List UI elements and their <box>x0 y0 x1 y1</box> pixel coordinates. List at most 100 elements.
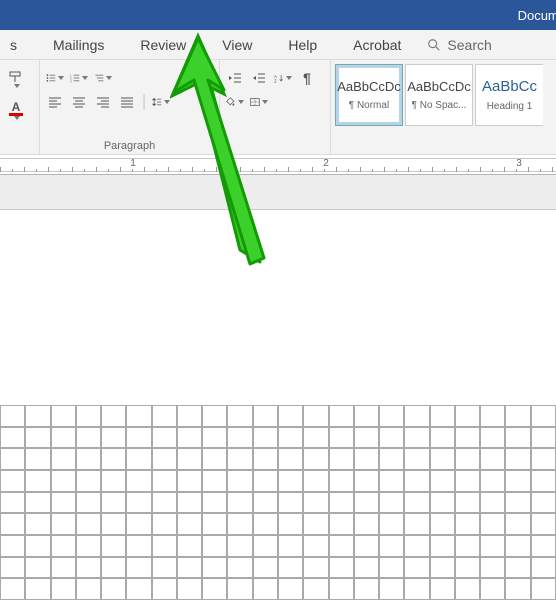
table-cell[interactable] <box>177 405 202 427</box>
table-cell[interactable] <box>177 557 202 579</box>
table-cell[interactable] <box>152 448 177 470</box>
table-cell[interactable] <box>505 405 530 427</box>
table-cell[interactable] <box>379 578 404 600</box>
table-cell[interactable] <box>76 535 101 557</box>
table-cell[interactable] <box>404 557 429 579</box>
table-cell[interactable] <box>253 405 278 427</box>
table-cell[interactable] <box>278 470 303 492</box>
table-cell[interactable] <box>101 405 126 427</box>
table-cell[interactable] <box>278 557 303 579</box>
table-cell[interactable] <box>404 448 429 470</box>
table-cell[interactable] <box>531 557 556 579</box>
document-page[interactable] <box>0 209 556 405</box>
style-nospacing[interactable]: AaBbCcDc ¶ No Spac... <box>405 64 473 126</box>
table-cell[interactable] <box>126 578 151 600</box>
table-cell[interactable] <box>25 492 50 514</box>
font-color-button[interactable]: A <box>6 100 26 120</box>
table-cell[interactable] <box>379 513 404 535</box>
table-cell[interactable] <box>76 448 101 470</box>
table-cell[interactable] <box>25 578 50 600</box>
table-cell[interactable] <box>126 427 151 449</box>
table-cell[interactable] <box>354 578 379 600</box>
table-cell[interactable] <box>76 578 101 600</box>
table-cell[interactable] <box>177 492 202 514</box>
table-cell[interactable] <box>152 578 177 600</box>
table-cell[interactable] <box>480 557 505 579</box>
table-cell[interactable] <box>505 557 530 579</box>
multilevel-list-button[interactable] <box>94 69 112 87</box>
table-cell[interactable] <box>505 513 530 535</box>
table-cell[interactable] <box>531 492 556 514</box>
table-cell[interactable] <box>480 492 505 514</box>
show-hide-button[interactable]: ¶ <box>298 69 316 87</box>
table-cell[interactable] <box>202 448 227 470</box>
table-cell[interactable] <box>101 513 126 535</box>
table-cell[interactable] <box>51 427 76 449</box>
table-cell[interactable] <box>531 578 556 600</box>
table-cell[interactable] <box>303 427 328 449</box>
table-cell[interactable] <box>278 405 303 427</box>
numbering-button[interactable]: 123 <box>70 69 88 87</box>
table-cell[interactable] <box>455 427 480 449</box>
table-cell[interactable] <box>455 557 480 579</box>
table-cell[interactable] <box>430 535 455 557</box>
table-cell[interactable] <box>152 470 177 492</box>
table-cell[interactable] <box>505 448 530 470</box>
table-cell[interactable] <box>76 427 101 449</box>
table-cell[interactable] <box>455 513 480 535</box>
table-cell[interactable] <box>379 492 404 514</box>
table-cell[interactable] <box>253 535 278 557</box>
table-grid[interactable] <box>0 405 556 600</box>
table-cell[interactable] <box>227 470 252 492</box>
table-cell[interactable] <box>480 513 505 535</box>
table-cell[interactable] <box>177 578 202 600</box>
table-cell[interactable] <box>329 557 354 579</box>
table-cell[interactable] <box>152 535 177 557</box>
table-cell[interactable] <box>227 535 252 557</box>
table-cell[interactable] <box>152 427 177 449</box>
format-painter-button[interactable] <box>6 68 26 88</box>
table-cell[interactable] <box>25 470 50 492</box>
table-cell[interactable] <box>455 405 480 427</box>
table-cell[interactable] <box>531 427 556 449</box>
table-cell[interactable] <box>430 578 455 600</box>
table-cell[interactable] <box>253 492 278 514</box>
tab-help[interactable]: Help <box>270 30 335 59</box>
table-cell[interactable] <box>25 427 50 449</box>
table-cell[interactable] <box>152 405 177 427</box>
table-cell[interactable] <box>303 492 328 514</box>
align-right-button[interactable] <box>94 93 112 111</box>
table-cell[interactable] <box>379 470 404 492</box>
table-cell[interactable] <box>51 578 76 600</box>
table-cell[interactable] <box>253 578 278 600</box>
table-cell[interactable] <box>303 535 328 557</box>
table-cell[interactable] <box>278 513 303 535</box>
table-cell[interactable] <box>51 557 76 579</box>
table-cell[interactable] <box>455 578 480 600</box>
table-cell[interactable] <box>177 535 202 557</box>
table-cell[interactable] <box>126 405 151 427</box>
table-cell[interactable] <box>25 448 50 470</box>
table-cell[interactable] <box>126 513 151 535</box>
table-cell[interactable] <box>505 470 530 492</box>
table-cell[interactable] <box>0 405 25 427</box>
shading-button[interactable] <box>226 93 244 111</box>
table-cell[interactable] <box>227 448 252 470</box>
table-cell[interactable] <box>253 470 278 492</box>
table-cell[interactable] <box>404 513 429 535</box>
table-cell[interactable] <box>76 492 101 514</box>
table-cell[interactable] <box>480 470 505 492</box>
style-normal[interactable]: AaBbCcDc ¶ Normal <box>335 64 403 126</box>
table-cell[interactable] <box>0 492 25 514</box>
table-cell[interactable] <box>227 578 252 600</box>
table-cell[interactable] <box>177 427 202 449</box>
table-cell[interactable] <box>227 427 252 449</box>
table-cell[interactable] <box>253 448 278 470</box>
bullets-button[interactable] <box>46 69 64 87</box>
table-cell[interactable] <box>101 492 126 514</box>
table-cell[interactable] <box>25 535 50 557</box>
table-cell[interactable] <box>404 492 429 514</box>
increase-indent-button[interactable] <box>250 69 268 87</box>
table-cell[interactable] <box>505 492 530 514</box>
table-cell[interactable] <box>126 470 151 492</box>
